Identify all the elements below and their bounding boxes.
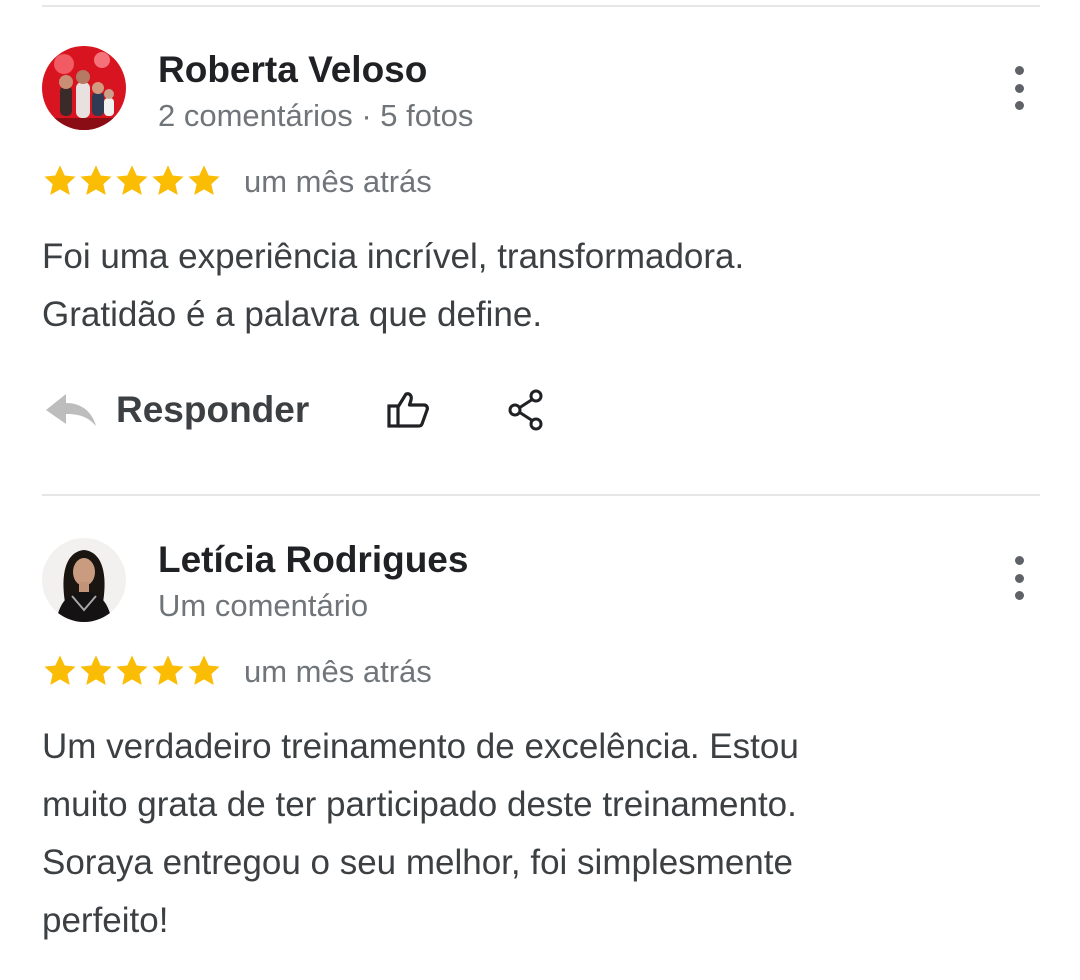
reviewer-meta[interactable]: Um comentário [158, 588, 368, 624]
top-divider [42, 5, 1040, 7]
review-text-line: Foi uma experiência incrível, transforma… [42, 237, 745, 276]
review-divider [42, 494, 1040, 496]
star-icon [152, 165, 184, 195]
avatar[interactable] [42, 538, 126, 622]
avatar[interactable] [42, 46, 126, 130]
reviewer-meta[interactable]: 2 comentários · 5 fotos [158, 98, 473, 134]
star-rating [42, 163, 222, 199]
review-text-line: Gratidão é a palavra que define. [42, 295, 543, 334]
profile-photo-woman [42, 538, 126, 622]
more-vertical-icon[interactable] [1008, 66, 1030, 110]
star-rating [42, 653, 222, 689]
star-icon [44, 165, 76, 195]
like-button[interactable] [382, 386, 434, 434]
star-icon [80, 655, 112, 685]
reply-button[interactable]: Responder [42, 380, 309, 440]
reply-icon [46, 394, 96, 426]
review-text-line: Soraya entregou o seu melhor, foi simple… [42, 843, 793, 882]
star-icon [188, 655, 220, 685]
review-text: Foi uma experiência incrível, transforma… [42, 228, 1032, 344]
star-icon [80, 165, 112, 195]
star-icon [116, 165, 148, 195]
review-text-line: Um verdadeiro treinamento de excelência.… [42, 727, 799, 766]
thumbs-up-icon [387, 392, 429, 428]
profile-photo-family [42, 46, 126, 130]
reply-label: Responder [116, 389, 310, 430]
star-icon [152, 655, 184, 685]
reviewer-name[interactable]: Roberta Veloso [158, 49, 427, 91]
reviewer-name[interactable]: Letícia Rodrigues [158, 539, 468, 581]
review-date: um mês atrás [244, 164, 432, 199]
share-button[interactable] [500, 386, 552, 434]
star-icon [188, 165, 220, 195]
review-actions: Responder [42, 380, 642, 440]
review-text: Um verdadeiro treinamento de excelência.… [42, 718, 1032, 950]
star-icon [116, 655, 148, 685]
review-date: um mês atrás [244, 654, 432, 689]
more-vertical-icon[interactable] [1008, 556, 1030, 600]
review-text-line: perfeito! [42, 901, 169, 940]
share-icon [508, 389, 543, 431]
review-text-line: muito grata de ter participado deste tre… [42, 785, 797, 824]
star-icon [44, 655, 76, 685]
